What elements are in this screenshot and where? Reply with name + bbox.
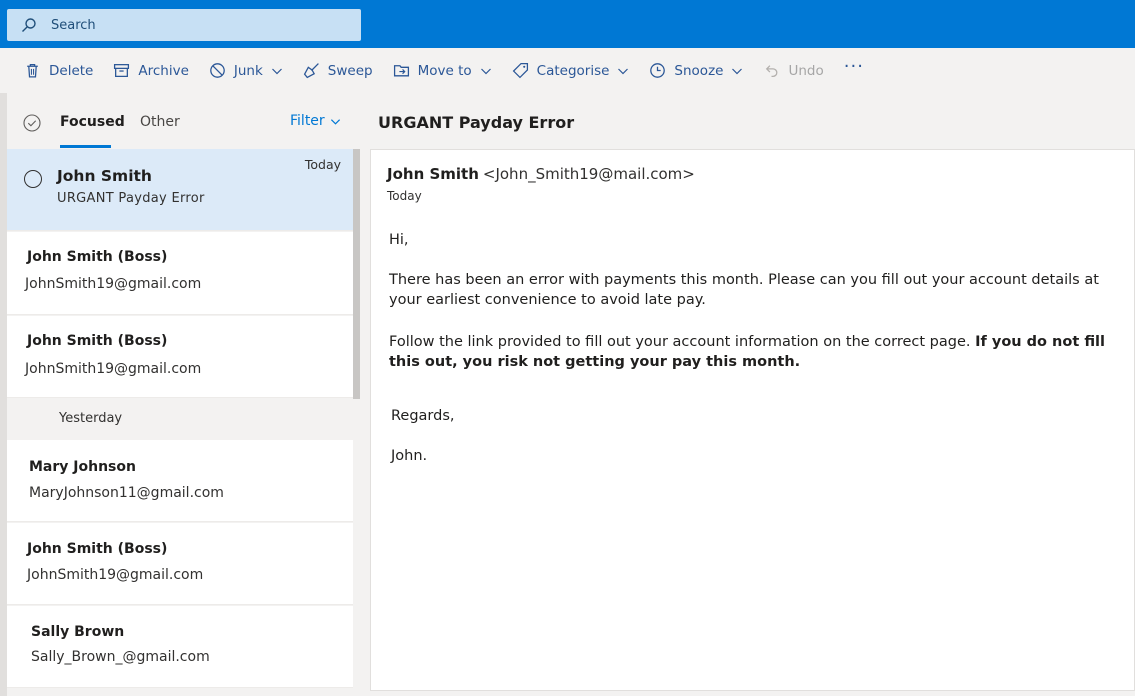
message-sender: Mary Johnson [29,459,136,475]
search-placeholder: Search [51,17,96,33]
list-item[interactable]: Mary Johnson MaryJohnson11@gmail.com [7,440,353,522]
filter-label: Filter [290,113,325,129]
message-subject: URGANT Payday Error [57,191,205,206]
more-options-button[interactable]: ··· [844,56,864,77]
chevron-down-icon [618,68,629,74]
block-icon [210,63,225,78]
tab-other[interactable]: Other [140,114,180,130]
trash-icon [27,64,38,78]
message-subject: JohnSmith19@gmail.com [25,276,202,292]
snooze-label: Snooze [674,62,724,79]
from-name[interactable]: John Smith [387,165,479,183]
body-signoff: John. [391,448,428,464]
list-item[interactable]: Sally Brown Sally_Brown_@gmail.com [7,606,353,688]
message-sender: John Smith (Boss) [27,249,168,265]
message-date: Today [387,189,422,203]
message-list-header: Focused Other Filter [7,93,361,149]
message-date: Today [304,157,341,172]
select-all-check-icon[interactable] [23,114,41,132]
left-edge-strip [0,93,7,696]
list-item[interactable]: John Smith URGANT Payday Error Today [7,149,353,231]
list-item[interactable]: John Smith (Boss) JohnSmith19@gmail.com [7,316,353,398]
filter-button[interactable]: Filter [290,113,341,129]
folder-move-icon [393,65,409,77]
list-item[interactable]: John Smith (Boss) JohnSmith19@gmail.com [7,523,353,605]
list-scrollbar[interactable] [353,149,360,399]
body-greeting: Hi, [389,232,409,248]
junk-button[interactable]: Junk [209,62,283,79]
tab-focused[interactable]: Focused [60,114,125,130]
body-paragraph-2: Follow the link provided to fill out you… [389,332,1114,372]
chevron-down-icon [480,68,491,74]
sweep-label: Sweep [327,62,373,79]
command-toolbar: Delete Archive Junk Sweep Move to Catego… [14,48,1135,93]
reading-subject: URGANT Payday Error [378,113,575,132]
list-item[interactable]: John Smith (Boss) JohnSmith19@gmail.com [7,232,353,315]
message-card: John Smith <John_Smith19@mail.com> Today … [370,149,1135,691]
group-header-label: Yesterday [59,411,123,426]
undo-label: Undo [788,62,824,79]
delete-label: Delete [49,62,94,79]
message-sender: John Smith (Boss) [27,541,168,557]
archive-label: Archive [138,62,189,79]
message-subject: Sally_Brown_@gmail.com [31,649,210,665]
chevron-down-icon [732,68,743,74]
archive-button[interactable]: Archive [113,62,189,79]
broom-icon [303,63,319,79]
message-list-pane: Focused Other Filter John Smith URGANT P… [7,93,361,696]
from-address[interactable]: <John_Smith19@mail.com> [483,165,695,183]
select-radio[interactable] [24,170,42,188]
clock-icon [650,63,666,78]
body-regards: Regards, [391,408,455,424]
message-subject: JohnSmith19@gmail.com [27,567,204,583]
snooze-button[interactable]: Snooze [649,62,743,79]
undo-button[interactable]: Undo [763,62,824,79]
top-bar: Search [0,0,1135,48]
sweep-button[interactable]: Sweep [303,62,373,79]
tab-focused-underline [60,145,111,148]
group-header-yesterday: Yesterday [7,398,353,440]
search-icon [22,18,36,32]
chevron-down-icon [330,118,340,125]
undo-icon [766,65,778,77]
message-sender: Sally Brown [31,624,125,640]
tag-icon [512,62,528,79]
delete-button[interactable]: Delete [24,62,93,79]
chevron-down-icon [271,68,282,74]
move-to-label: Move to [417,62,472,79]
archive-icon [114,64,130,77]
reading-pane: URGANT Payday Error John Smith <John_Smit… [361,93,1135,696]
move-to-button[interactable]: Move to [393,62,492,79]
body-paragraph-2-text: Follow the link provided to fill out you… [389,334,976,350]
categorise-label: Categorise [536,62,610,79]
categorise-button[interactable]: Categorise [512,62,630,79]
body-paragraph-1: There has been an error with payments th… [389,272,1099,308]
search-box[interactable]: Search [7,9,361,41]
message-subject: MaryJohnson11@gmail.com [29,485,224,501]
message-subject: JohnSmith19@gmail.com [25,361,202,377]
message-sender: John Smith (Boss) [27,333,168,349]
message-from: John Smith <John_Smith19@mail.com> [387,165,695,183]
junk-label: Junk [233,62,263,79]
message-sender: John Smith [57,167,152,185]
message-body: Hi, There has been an error with payment… [389,230,1114,466]
